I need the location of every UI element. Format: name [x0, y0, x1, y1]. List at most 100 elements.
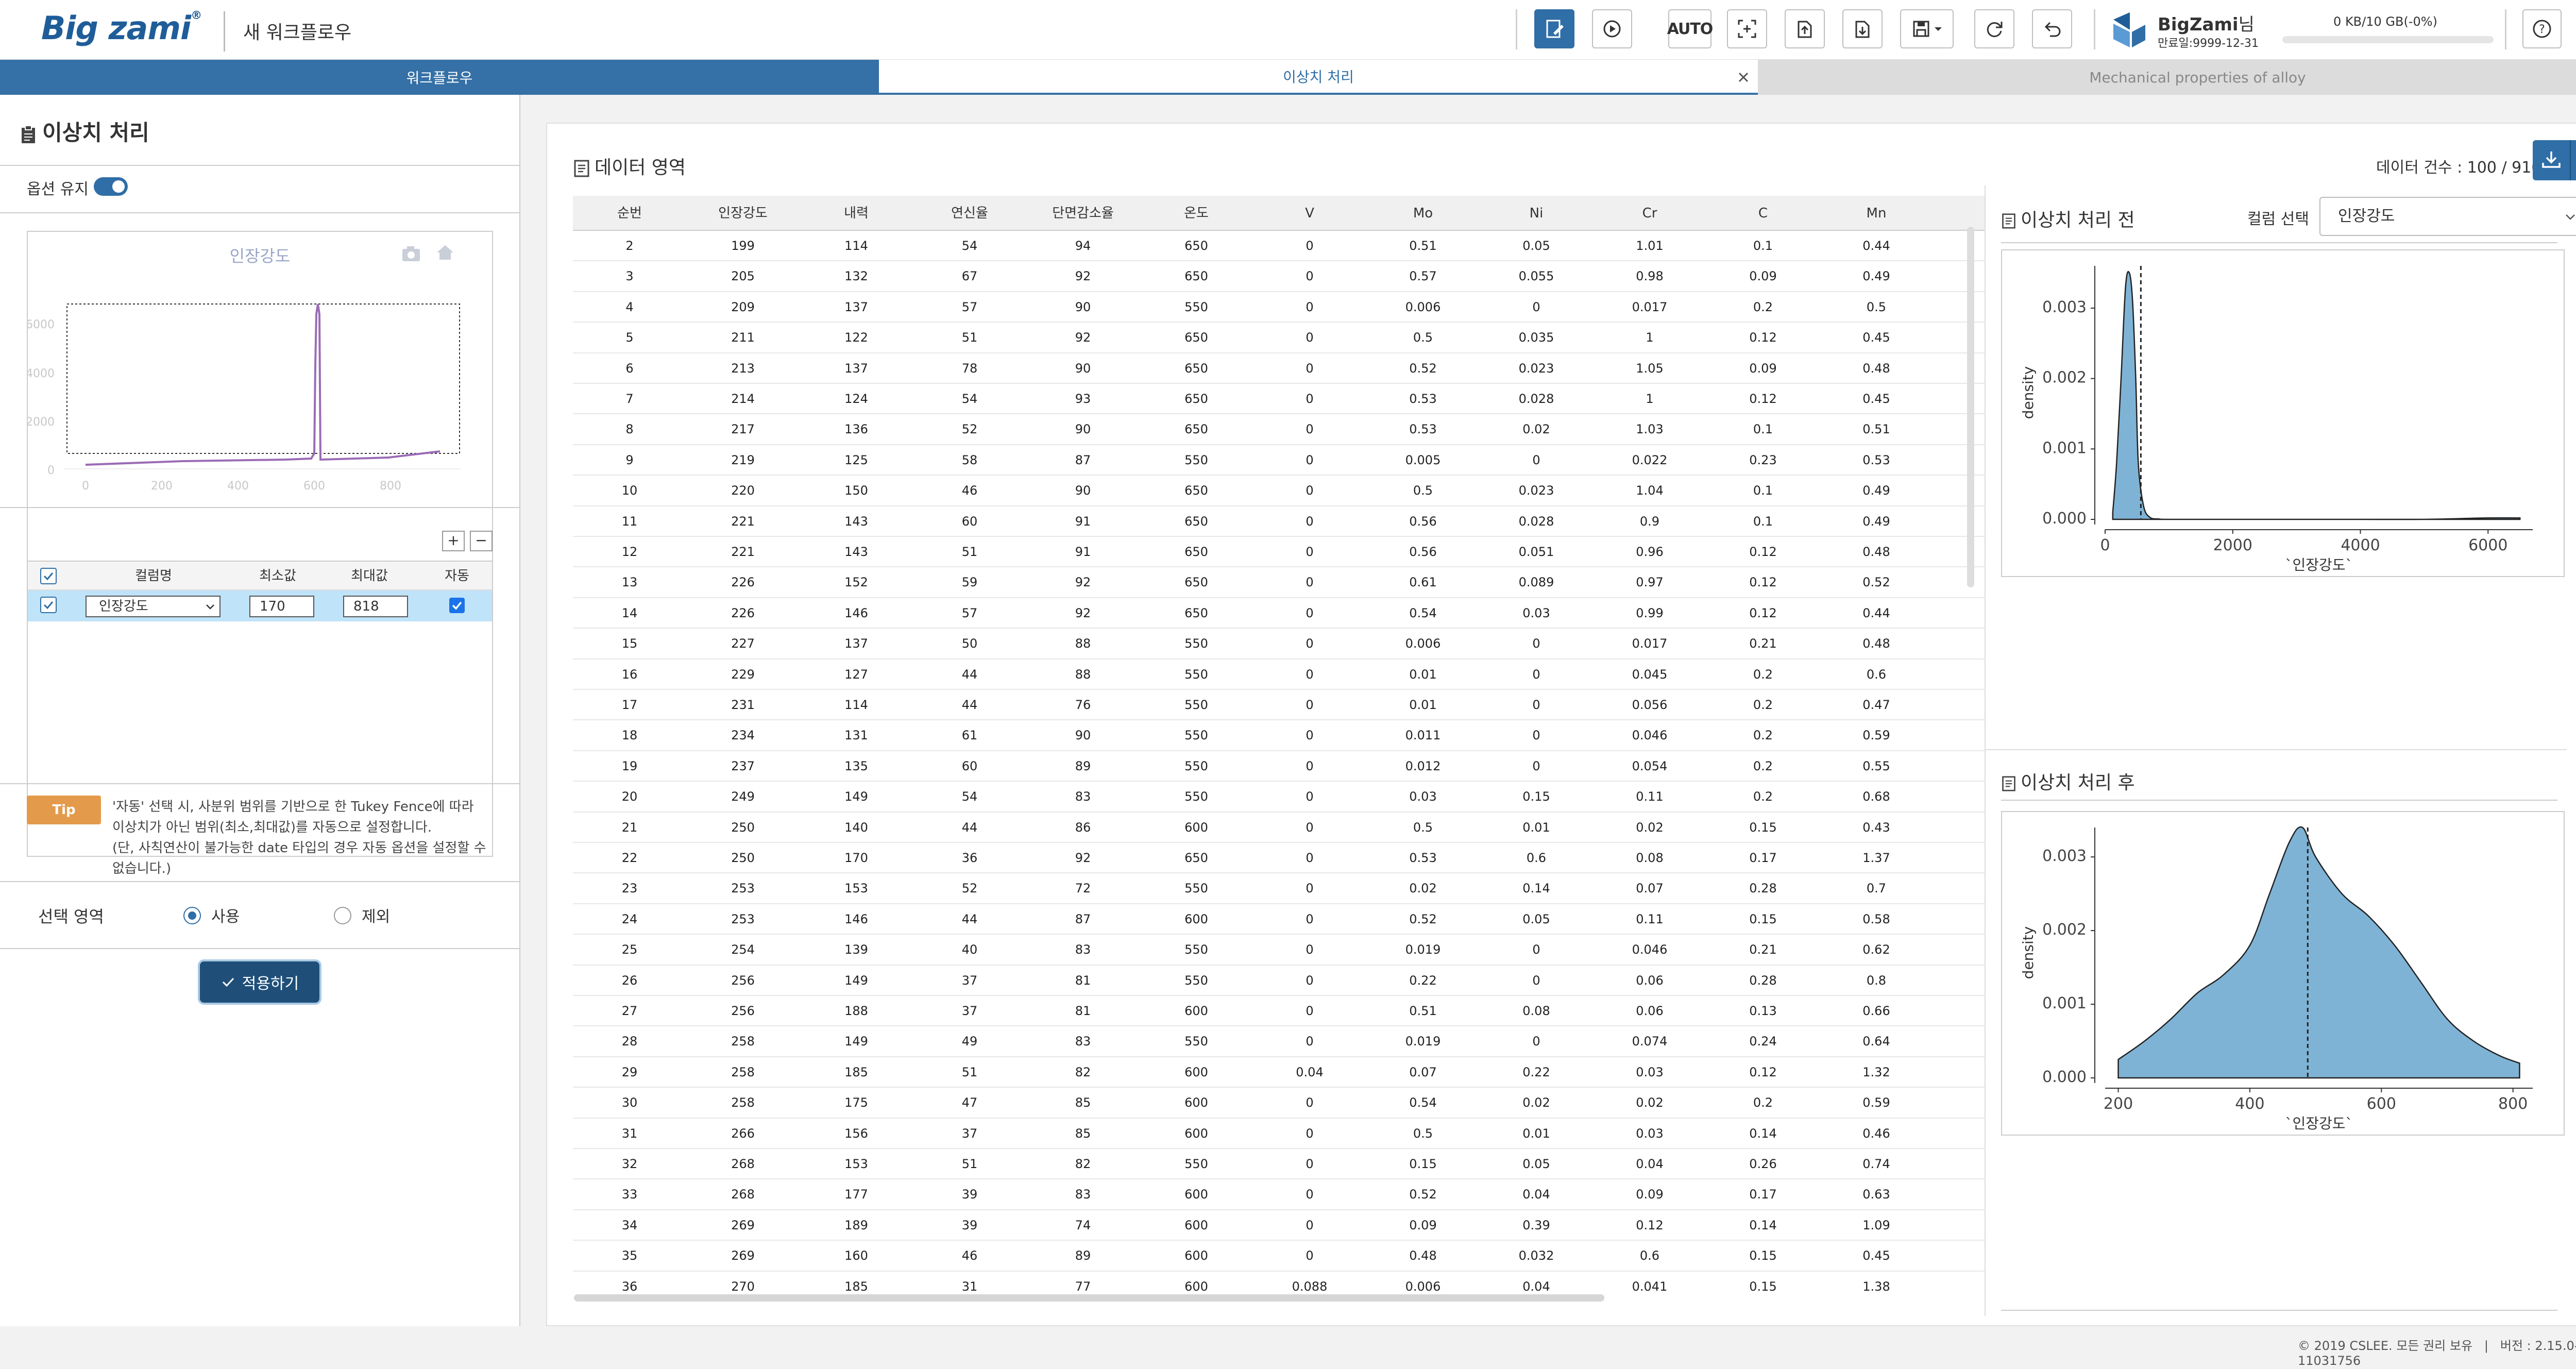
help-button[interactable]: ? [2522, 9, 2562, 48]
caret-down-icon[interactable] [2574, 155, 2576, 166]
horizontal-scrollbar[interactable] [574, 1294, 1604, 1302]
table-cell: 0.5 [1413, 1126, 1433, 1141]
radio-exclude-label[interactable]: 제외 [362, 904, 390, 926]
table-row[interactable]: 33 268 177 39 83 600 0 0.52 0.04 0.09 0.17 0.63 [573, 1179, 1985, 1210]
tab-outlier[interactable]: 이상치 처리 [879, 60, 1758, 95]
selection-box[interactable] [66, 303, 460, 454]
radio-use-label[interactable]: 사용 [211, 904, 240, 926]
after-density-plot[interactable]: 0.000 0.001 0.002 0.003 200 400 600 800 density `… [2001, 811, 2565, 1136]
edit-doc-button[interactable] [1534, 9, 1574, 48]
table-row[interactable]: 34 269 189 39 74 600 0 0.09 0.39 0.12 0.14 1.09 [573, 1210, 1985, 1241]
column-select[interactable]: 인장강도 [86, 596, 221, 617]
tab-workflow[interactable]: 워크플로우 [0, 60, 879, 95]
table-row[interactable]: 17 231 114 44 76 550 0 0.01 0 0.056 0.2 0.47 [573, 690, 1985, 721]
column-header[interactable]: 단면감소율 [1026, 196, 1140, 231]
user-name[interactable]: BigZami님 [2158, 10, 2255, 36]
table-cell: 0.28 [1749, 973, 1777, 988]
table-row[interactable]: 27 256 188 37 81 600 0 0.51 0.08 0.06 0.13 0.66 [573, 996, 1985, 1027]
table-row[interactable]: 9 219 125 58 87 550 0 0.005 0 0.022 0.23 0.53 [573, 445, 1985, 476]
column-header[interactable]: 온도 [1140, 196, 1253, 231]
table-row[interactable]: 13 226 152 59 92 650 0 0.61 0.089 0.97 0.12 0.52 [573, 567, 1985, 598]
add-row-button[interactable]: + [442, 531, 465, 551]
tab-mechanical-properties[interactable]: Mechanical properties of alloy [1758, 60, 2576, 95]
min-value-input[interactable]: 170 [249, 596, 314, 617]
save-button[interactable] [1900, 9, 1954, 48]
remove-row-button[interactable]: − [470, 531, 493, 551]
table-row[interactable]: 19 237 135 60 89 550 0 0.012 0 0.054 0.2 0.55 [573, 751, 1985, 782]
vertical-scrollbar[interactable] [1967, 227, 1974, 587]
table-cell: 0 [1306, 911, 1314, 926]
column-header[interactable]: Mo [1366, 196, 1480, 231]
camera-icon[interactable] [401, 244, 421, 263]
table-row[interactable]: 25 254 139 40 83 550 0 0.019 0 0.046 0.21 0.62 [573, 935, 1985, 966]
home-icon[interactable] [435, 242, 455, 263]
table-row[interactable]: 21 250 140 44 86 600 0 0.5 0.01 0.02 0.15 0.43 [573, 813, 1985, 843]
column-select-dropdown[interactable]: 인장강도 [2319, 197, 2576, 236]
column-header[interactable]: Mn [1820, 196, 1933, 231]
auto-checkbox[interactable] [449, 598, 465, 613]
table-row[interactable]: 16 229 127 44 88 550 0 0.01 0 0.045 0.2 0.6 [573, 660, 1985, 690]
table-row[interactable]: 29 258 185 51 82 600 0.04 0.07 0.22 0.03 0.12 1.32 [573, 1057, 1985, 1088]
table-row[interactable]: 4 209 137 57 90 550 0 0.006 0 0.017 0.2 0.5 [573, 292, 1985, 323]
row-checkbox[interactable] [40, 597, 57, 613]
table-row[interactable]: 6 213 137 78 90 650 0 0.52 0.023 1.05 0.09 0.48 [573, 353, 1985, 384]
auto-button[interactable]: AUTO [1667, 9, 1713, 48]
table-cell: 250 [731, 820, 755, 835]
run-button[interactable] [1592, 9, 1632, 48]
document-icon [2002, 776, 2015, 791]
table-cell: 124 [844, 392, 868, 406]
refresh-button[interactable] [1974, 9, 2014, 48]
column-header[interactable]: Cr [1593, 196, 1706, 231]
keep-option-toggle[interactable] [94, 177, 128, 196]
fit-screen-button[interactable] [1727, 9, 1767, 48]
grid-row[interactable]: 인장강도 170 818 [28, 590, 492, 621]
table-row[interactable]: 14 226 146 57 92 650 0 0.54 0.03 0.99 0.12 0.44 [573, 598, 1985, 629]
column-header[interactable]: 순번 [573, 196, 686, 231]
table-row[interactable]: 12 221 143 51 91 650 0 0.56 0.051 0.96 0.12 0.48 [573, 537, 1985, 568]
before-density-plot[interactable]: 0.000 0.001 0.002 0.003 0 2000 4000 6000 density… [2001, 249, 2565, 577]
table-row[interactable]: 26 256 149 37 81 550 0 0.22 0 0.06 0.28 0.8 [573, 966, 1985, 996]
table-row[interactable]: 24 253 146 44 87 600 0 0.52 0.05 0.11 0.15 0.58 [573, 904, 1985, 935]
select-all-checkbox[interactable] [40, 568, 57, 584]
export-button[interactable] [1785, 9, 1825, 48]
table-row[interactable]: 8 217 136 52 90 650 0 0.53 0.02 1.03 0.1 0.51 [573, 414, 1985, 445]
toggle-knob [112, 180, 125, 193]
table-row[interactable]: 7 214 124 54 93 650 0 0.53 0.028 1 0.12 0.45 [573, 384, 1985, 415]
save-dropdown-icon[interactable] [1933, 23, 1944, 35]
close-icon[interactable] [1736, 70, 1751, 84]
table-row[interactable]: 10 220 150 46 90 650 0 0.5 0.023 1.04 0.1 0.49 [573, 476, 1985, 506]
column-header[interactable]: V [1253, 196, 1366, 231]
table-row[interactable]: 23 253 153 52 72 550 0 0.02 0.14 0.07 0.28 0.7 [573, 873, 1985, 904]
table-row[interactable]: 15 227 137 50 88 550 0 0.006 0 0.017 0.21 0.48 [573, 629, 1985, 660]
table-row[interactable]: 35 269 160 46 89 600 0 0.48 0.032 0.6 0.15 0.45 [573, 1241, 1985, 1272]
table-row[interactable]: 11 221 143 60 91 650 0 0.56 0.028 0.9 0.1 0.49 [573, 506, 1985, 537]
table-row[interactable]: 3 205 132 67 92 650 0 0.57 0.055 0.98 0.09 0.49 [573, 261, 1985, 292]
table-row[interactable]: 22 250 170 36 92 650 0 0.53 0.6 0.08 0.17 1.37 [573, 843, 1985, 874]
apply-button[interactable]: 적용하기 [200, 961, 319, 1003]
workflow-title[interactable]: 새 워크플로우 [243, 18, 351, 44]
column-header[interactable]: Ni [1480, 196, 1593, 231]
import-button[interactable] [1842, 9, 1883, 48]
column-header[interactable]: 인장강도 [686, 196, 800, 231]
table-cell: 60 [961, 758, 978, 773]
table-cell: 137 [844, 361, 868, 376]
app-logo[interactable]: Big zami® [41, 9, 202, 47]
max-value-input[interactable]: 818 [343, 596, 408, 617]
table-row[interactable]: 2 199 114 54 94 650 0 0.51 0.05 1.01 0.1 0.44 [573, 231, 1985, 262]
download-button[interactable] [2533, 140, 2576, 180]
table-row[interactable]: 5 211 122 51 92 650 0 0.5 0.035 1 0.12 0.45 [573, 323, 1985, 353]
column-header[interactable]: 연신율 [913, 196, 1026, 231]
table-row[interactable]: 18 234 131 61 90 550 0 0.011 0 0.046 0.2 0.59 [573, 720, 1985, 751]
column-header[interactable]: C [1706, 196, 1820, 231]
mini-chart[interactable]: 인장강도 6000 4000 2000 0 0 200 400 600 800 [27, 231, 493, 586]
radio-use[interactable] [183, 907, 201, 924]
undo-button[interactable] [2032, 9, 2072, 48]
table-row[interactable]: 31 266 156 37 85 600 0 0.5 0.01 0.03 0.14 0.46 [573, 1119, 1985, 1149]
table-row[interactable]: 28 258 149 49 83 550 0 0.019 0 0.074 0.24 0.64 [573, 1026, 1985, 1057]
column-header[interactable]: 내력 [800, 196, 913, 231]
table-row[interactable]: 30 258 175 47 85 600 0 0.54 0.02 0.02 0.2 0.59 [573, 1088, 1985, 1119]
mini-y-tick: 0 [47, 464, 55, 477]
table-row[interactable]: 20 249 149 54 83 550 0 0.03 0.15 0.11 0.2 0.68 [573, 782, 1985, 813]
radio-exclude[interactable] [334, 907, 351, 924]
table-row[interactable]: 32 268 153 51 82 550 0 0.15 0.05 0.04 0.26 0.74 [573, 1149, 1985, 1180]
